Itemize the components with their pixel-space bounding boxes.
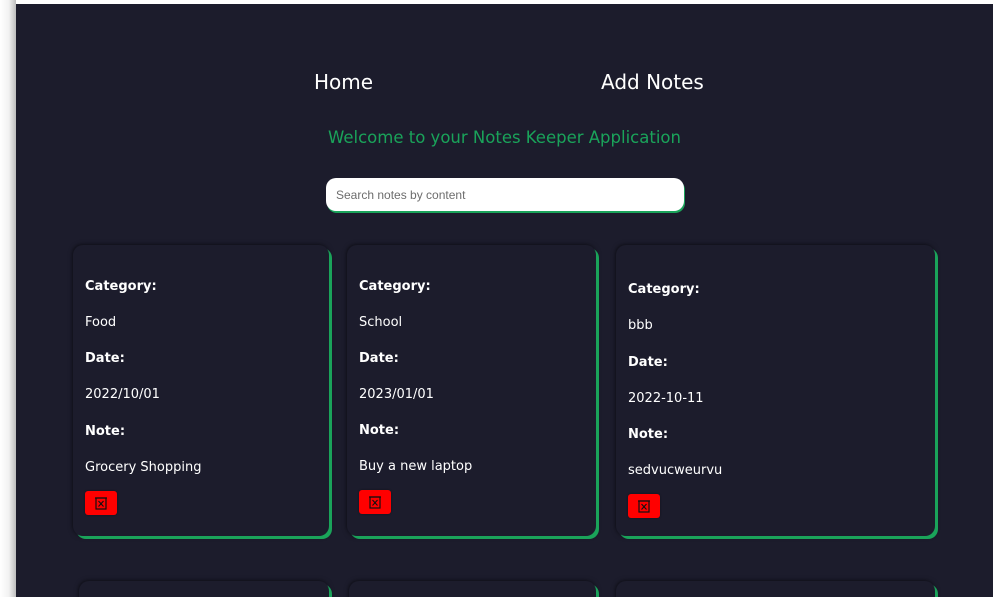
category-value: School [359, 315, 403, 330]
note-card [616, 581, 935, 597]
date-value: 2022/10/01 [85, 387, 160, 402]
window-edge [0, 0, 16, 597]
notes-app: Home Add Notes Welcome to your Notes Kee… [16, 4, 993, 597]
nav-add-notes-link[interactable]: Add Notes [601, 70, 704, 94]
category-label: Category: [85, 279, 157, 294]
note-card: Category: Food Date: 2022/10/01 Note: Gr… [73, 245, 329, 536]
note-label: Note: [628, 427, 669, 442]
note-label: Note: [85, 424, 126, 439]
date-value: 2022-10-11 [628, 391, 704, 406]
note-value: sedvucweurvu [628, 463, 723, 478]
delete-button[interactable] [628, 494, 660, 518]
delete-button[interactable] [359, 490, 391, 514]
date-label: Date: [628, 355, 668, 370]
date-label: Date: [85, 351, 125, 366]
trash-icon [369, 496, 381, 509]
note-card [79, 581, 329, 597]
category-value: Food [85, 315, 117, 330]
note-card [349, 581, 596, 597]
category-label: Category: [628, 282, 700, 297]
nav-home-link[interactable]: Home [314, 70, 373, 94]
top-nav: Home Add Notes [16, 70, 993, 100]
note-card: Category: School Date: 2023/01/01 Note: … [347, 245, 596, 536]
date-value: 2023/01/01 [359, 387, 434, 402]
category-value: bbb [628, 318, 653, 333]
trash-icon [638, 500, 650, 513]
category-label: Category: [359, 279, 431, 294]
date-label: Date: [359, 351, 399, 366]
welcome-heading: Welcome to your Notes Keeper Application [328, 128, 681, 147]
search-input[interactable] [326, 178, 684, 211]
trash-icon [95, 497, 107, 510]
note-value: Buy a new laptop [359, 459, 473, 474]
delete-button[interactable] [85, 491, 117, 515]
note-card: Category: bbb Date: 2022-10-11 Note: sed… [616, 245, 935, 536]
note-label: Note: [359, 423, 400, 438]
note-value: Grocery Shopping [85, 460, 202, 475]
